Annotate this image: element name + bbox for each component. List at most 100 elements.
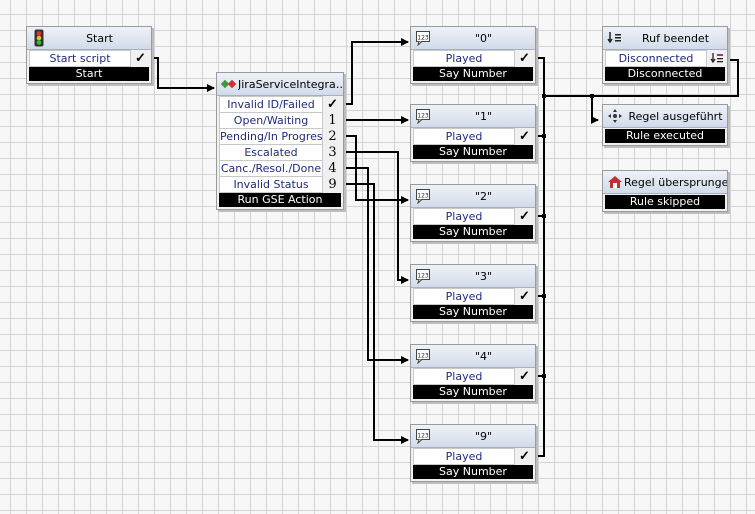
svg-text:123: 123 <box>417 433 429 440</box>
rule-skipped-node[interactable]: Regel übersprungen Rule skipped <box>602 170 728 212</box>
wire-start-jira <box>150 57 215 92</box>
output-label: Played <box>413 368 515 385</box>
node-title: JiraServiceIntegra… <box>238 77 343 91</box>
output-open-waiting[interactable]: Open/Waiting 1 <box>219 112 341 129</box>
output-number: 1 <box>328 113 337 128</box>
start-node[interactable]: Start Start script ✓ Start <box>26 26 152 84</box>
node-footer: Disconnected <box>605 67 725 81</box>
node-title: "0" <box>474 31 493 45</box>
output-pending[interactable]: Pending/In Progress 2 <box>219 128 341 145</box>
node-title: Ruf beendet <box>641 31 710 45</box>
output-played[interactable]: Played ✓ <box>413 288 533 305</box>
node-title: "9" <box>474 429 493 443</box>
say-number-icon: 123 <box>414 267 432 285</box>
check-icon: ✓ <box>135 51 146 66</box>
node-footer: Run GSE Action <box>219 193 341 207</box>
node-title: Start <box>86 31 113 45</box>
check-icon: ✓ <box>327 97 338 112</box>
node-footer: Say Number <box>413 67 533 81</box>
say-number-icon: 123 <box>414 29 432 47</box>
node-title: Regel ausgeführt <box>628 109 723 123</box>
node-footer: Rule executed <box>605 129 725 143</box>
wire-invalid-9 <box>342 183 409 444</box>
output-number: 2 <box>328 129 337 144</box>
output-played[interactable]: Played ✓ <box>413 368 533 385</box>
say-number-node-4[interactable]: 123 "4" Played ✓ Say Number <box>410 344 536 402</box>
jira-service-node[interactable]: JiraServiceIntegra… Invalid ID/Failed ✓ O… <box>216 72 344 210</box>
say-number-node-1[interactable]: 123 "1" Played ✓ Say Number <box>410 104 536 162</box>
output-number: 9 <box>328 177 337 192</box>
say-number-icon: 123 <box>414 427 432 445</box>
rule-executed-icon <box>606 107 624 125</box>
output-label: Played <box>413 208 515 225</box>
output-label: Invalid ID/Failed <box>219 96 323 113</box>
wire-bus <box>536 57 545 457</box>
node-footer: Say Number <box>413 385 533 399</box>
wire-pending-2 <box>342 135 409 204</box>
output-start-script[interactable]: Start script ✓ <box>29 50 149 67</box>
check-icon: ✓ <box>519 129 530 144</box>
traffic-light-icon <box>30 29 48 47</box>
node-footer: Say Number <box>413 145 533 159</box>
check-icon: ✓ <box>519 369 530 384</box>
check-icon: ✓ <box>519 51 530 66</box>
svg-text:123: 123 <box>417 353 429 360</box>
output-escalated[interactable]: Escalated 3 <box>219 144 341 161</box>
node-title: "3" <box>474 269 493 283</box>
output-label: Disconnected <box>605 50 707 67</box>
node-footer: Start <box>29 67 149 81</box>
output-label: Played <box>413 50 515 67</box>
output-number: 3 <box>328 145 337 160</box>
output-played[interactable]: Played ✓ <box>413 128 533 145</box>
disconnect-icon <box>708 51 725 66</box>
say-number-node-3[interactable]: 123 "3" Played ✓ Say Number <box>410 264 536 322</box>
wire-failed-0 <box>342 38 409 105</box>
hangup-icon <box>606 29 624 47</box>
wire-bus-regel <box>544 95 599 124</box>
node-title: "2" <box>474 189 493 203</box>
output-invalid-id[interactable]: Invalid ID/Failed ✓ <box>219 96 341 113</box>
node-footer: Say Number <box>413 465 533 479</box>
wire-escalated-3 <box>342 151 409 284</box>
output-label: Pending/In Progress <box>219 128 323 145</box>
wire-done-4 <box>342 167 409 364</box>
output-label: Open/Waiting <box>219 112 323 129</box>
say-number-icon: 123 <box>414 107 432 125</box>
output-label: Canc./Resol./Done <box>219 160 323 177</box>
say-number-node-0[interactable]: 123 "0" Played ✓ Say Number <box>410 26 536 84</box>
output-played[interactable]: Played ✓ <box>413 50 533 67</box>
svg-text:123: 123 <box>417 193 429 200</box>
say-number-node-2[interactable]: 123 "2" Played ✓ Say Number <box>410 184 536 242</box>
svg-text:123: 123 <box>417 273 429 280</box>
output-label: Played <box>413 128 515 145</box>
say-number-icon: 123 <box>414 187 432 205</box>
say-number-icon: 123 <box>414 347 432 365</box>
output-label: Start script <box>29 50 131 67</box>
node-footer: Say Number <box>413 225 533 239</box>
jira-service-icon <box>220 75 238 93</box>
node-footer: Rule skipped <box>605 195 725 209</box>
svg-text:123: 123 <box>417 113 429 120</box>
svg-text:123: 123 <box>417 35 429 42</box>
output-disconnected[interactable]: Disconnected <box>605 50 725 67</box>
node-footer: Say Number <box>413 305 533 319</box>
rule-executed-node[interactable]: Regel ausgeführt Rule executed <box>602 104 728 146</box>
node-title: "1" <box>474 109 493 123</box>
output-invalid-status[interactable]: Invalid Status 9 <box>219 176 341 193</box>
output-label: Invalid Status <box>219 176 323 193</box>
check-icon: ✓ <box>519 449 530 464</box>
rule-skipped-icon <box>606 173 624 191</box>
output-played[interactable]: Played ✓ <box>413 448 533 465</box>
output-canc-resol-done[interactable]: Canc./Resol./Done 4 <box>219 160 341 177</box>
node-title: Regel übersprungen <box>624 175 727 189</box>
node-title: "4" <box>474 349 493 363</box>
output-label: Escalated <box>219 144 323 161</box>
check-icon: ✓ <box>519 209 530 224</box>
output-label: Played <box>413 448 515 465</box>
output-label: Played <box>413 288 515 305</box>
output-played[interactable]: Played ✓ <box>413 208 533 225</box>
ruf-beendet-node[interactable]: Ruf beendet Disconnected Disconnected <box>602 26 728 84</box>
say-number-node-9[interactable]: 123 "9" Played ✓ Say Number <box>410 424 536 482</box>
check-icon: ✓ <box>519 289 530 304</box>
output-number: 4 <box>328 161 337 176</box>
